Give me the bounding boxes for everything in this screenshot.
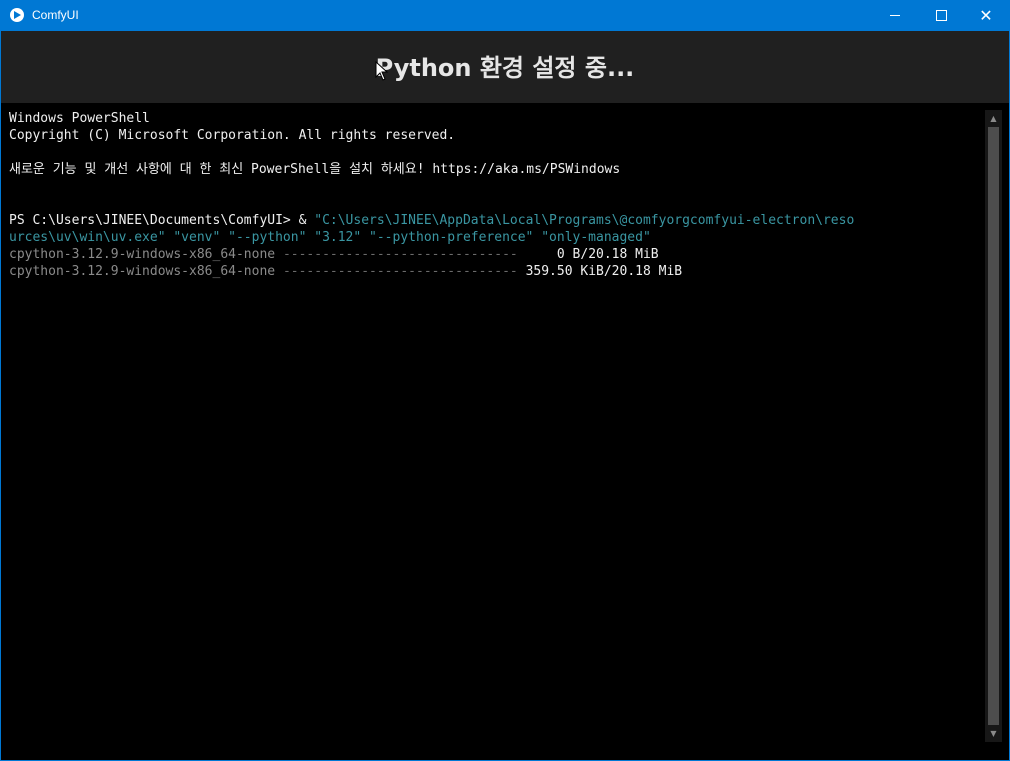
title-bar[interactable]: ComfyUI ✕ bbox=[1, 0, 1009, 31]
scroll-up-icon[interactable]: ▲ bbox=[985, 110, 1002, 127]
window-title: ComfyUI bbox=[32, 8, 79, 22]
minimize-icon bbox=[890, 15, 900, 16]
prompt-text: PS C:\Users\JINEE\Documents\ComfyUI> bbox=[9, 213, 299, 228]
setup-header: Python 환경 설정 중... bbox=[1, 31, 1009, 103]
download-size: 0 B/20.18 MiB bbox=[517, 247, 659, 262]
download-progress-line: cpython-3.12.9-windows-x86_64-none -----… bbox=[9, 263, 682, 280]
call-operator: & bbox=[298, 213, 315, 228]
terminal-line: 새로운 기능 및 개선 사항에 대 한 최신 PowerShell을 설치 하세… bbox=[9, 162, 621, 177]
comfyui-window: ComfyUI ✕ Python 환경 설정 중... Windows Powe… bbox=[1, 0, 1009, 760]
page-title: Python 환경 설정 중... bbox=[375, 54, 635, 82]
command-continuation: urces\uv\win\uv.exe" "venv" "--python" "… bbox=[9, 230, 651, 245]
maximize-button[interactable] bbox=[918, 0, 964, 31]
scroll-thumb[interactable] bbox=[988, 127, 999, 725]
download-name: cpython-3.12.9-windows-x86_64-none bbox=[9, 264, 283, 279]
command-text: "C:\Users\JINEE\AppData\Local\Programs\@… bbox=[314, 213, 855, 228]
scroll-down-icon[interactable]: ▼ bbox=[985, 725, 1002, 742]
terminal-line: Copyright (C) Microsoft Corporation. All… bbox=[9, 128, 456, 143]
close-button[interactable]: ✕ bbox=[963, 0, 1009, 31]
download-progress-line: cpython-3.12.9-windows-x86_64-none -----… bbox=[9, 246, 659, 263]
terminal-scrollbar[interactable]: ▲ ▼ bbox=[985, 110, 1002, 742]
download-size: 359.50 KiB/20.18 MiB bbox=[517, 264, 683, 279]
comfyui-app-icon bbox=[10, 8, 24, 22]
terminal-output[interactable]: Windows PowerShell Copyright (C) Microso… bbox=[1, 103, 985, 760]
download-name: cpython-3.12.9-windows-x86_64-none bbox=[9, 247, 283, 262]
close-icon: ✕ bbox=[979, 5, 993, 25]
terminal-line: Windows PowerShell bbox=[9, 111, 150, 126]
maximize-icon bbox=[935, 10, 947, 21]
minimize-button[interactable] bbox=[872, 0, 918, 31]
terminal-command-line: PS C:\Users\JINEE\Documents\ComfyUI> & "… bbox=[9, 212, 854, 229]
mouse-cursor-icon bbox=[375, 61, 389, 81]
progress-bar: ------------------------------ bbox=[282, 264, 518, 279]
progress-bar: ------------------------------ bbox=[282, 247, 518, 262]
